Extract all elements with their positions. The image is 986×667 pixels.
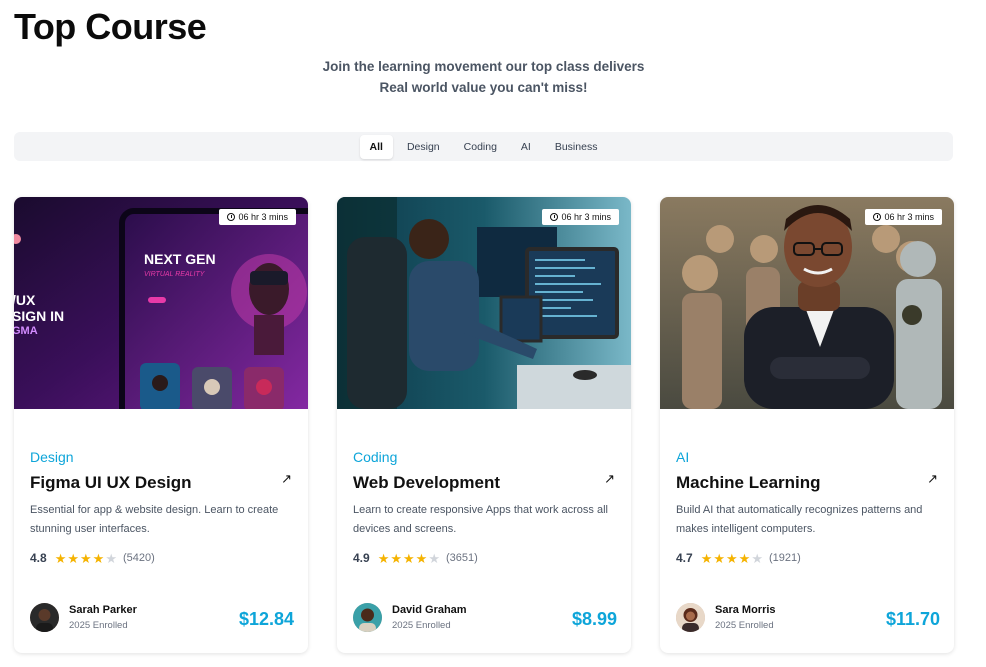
star-filled-icon: ★ (67, 550, 79, 566)
enrolled-count: 2025 Enrolled (715, 620, 774, 631)
course-description: Build AI that automatically recognizes p… (676, 504, 923, 535)
tab-coding[interactable]: Coding (454, 135, 507, 159)
avatar (353, 603, 382, 632)
star-filled-icon: ★ (92, 550, 105, 566)
instructor-name: Sarah Parker (69, 604, 137, 616)
ml-course-illustration (660, 197, 954, 409)
enrolled-count: 2025 Enrolled (392, 620, 451, 631)
course-card-figma[interactable]: NEXT GEN VIRTUAL REALITY /UX SIGN IN GMA… (14, 197, 308, 653)
image-text-ux: /UX (14, 292, 36, 308)
course-category[interactable]: AI (676, 449, 689, 465)
image-text-sign-in: SIGN IN (14, 308, 64, 324)
page-title: Top Course (14, 6, 207, 47)
course-price: $8.99 (571, 609, 617, 629)
star-filled-icon: ★ (390, 550, 402, 566)
star-filled-icon: ★ (738, 550, 751, 566)
web-dev-course-illustration (337, 197, 631, 409)
course-title[interactable]: Machine Learning (676, 473, 821, 493)
course-category[interactable]: Design (30, 449, 74, 465)
duration-badge: 06 hr 3 mins (865, 209, 942, 225)
avatar (30, 603, 59, 632)
subtitle-line-2: Real world value you can't miss! (379, 80, 588, 95)
clock-icon (873, 213, 882, 221)
duration-text: 06 hr 3 mins (238, 212, 288, 222)
star-filled-icon: ★ (80, 550, 92, 566)
star-filled-icon: ★ (54, 550, 67, 566)
image-text-virtual-reality: VIRTUAL REALITY (144, 271, 206, 278)
star-empty-icon: ★ (105, 550, 117, 566)
rating-stars: ★ ★ ★ ★ ★ (701, 552, 763, 565)
image-text-next-gen: NEXT GEN (144, 251, 216, 267)
course-title[interactable]: Web Development (353, 473, 500, 493)
course-rating: 4.7 ★ ★ ★ ★ ★ (1921) (676, 551, 801, 565)
course-card-machine-learning[interactable]: 06 hr 3 mins AI Machine Learning ↗ Build… (660, 197, 954, 653)
star-filled-icon: ★ (713, 550, 725, 566)
course-price: $11.70 (885, 609, 940, 629)
instructor-name: David Graham (392, 604, 467, 616)
duration-text: 06 hr 3 mins (561, 212, 611, 222)
rating-value: 4.8 (30, 551, 47, 565)
enrolled-count: 2025 Enrolled (69, 620, 128, 631)
duration-text: 06 hr 3 mins (884, 212, 934, 222)
course-title[interactable]: Figma UI UX Design (30, 473, 192, 493)
duration-badge: 06 hr 3 mins (219, 209, 296, 225)
review-count: (5420) (122, 552, 155, 564)
instructor: David Graham 2025 Enrolled (353, 603, 467, 632)
tab-ai[interactable]: AI (511, 135, 541, 159)
star-filled-icon: ★ (415, 550, 428, 566)
category-filter-bar: All Design Coding AI Business (14, 132, 953, 161)
review-count: (1921) (768, 552, 801, 564)
rating-stars: ★ ★ ★ ★ ★ (55, 552, 117, 565)
tab-design[interactable]: Design (397, 135, 450, 159)
instructor: Sarah Parker 2025 Enrolled (30, 603, 137, 632)
clock-icon (227, 213, 236, 221)
star-empty-icon: ★ (428, 550, 440, 566)
tab-business[interactable]: Business (545, 135, 608, 159)
review-count: (3651) (445, 552, 478, 564)
star-empty-icon: ★ (751, 550, 763, 566)
avatar (676, 603, 705, 632)
page-subtitle: Join the learning movement our top class… (0, 56, 967, 98)
star-filled-icon: ★ (700, 550, 713, 566)
course-rating: 4.9 ★ ★ ★ ★ ★ (3651) (353, 551, 478, 565)
course-image-web-development[interactable]: 06 hr 3 mins (337, 197, 631, 409)
course-image-figma[interactable]: NEXT GEN VIRTUAL REALITY /UX SIGN IN GMA… (14, 197, 308, 409)
instructor-name: Sara Morris (715, 604, 776, 616)
arrow-up-right-icon[interactable]: ↗ (927, 471, 938, 487)
course-rating: 4.8 ★ ★ ★ ★ ★ (5420) (30, 551, 155, 565)
arrow-up-right-icon[interactable]: ↗ (604, 471, 615, 487)
rating-stars: ★ ★ ★ ★ ★ (378, 552, 440, 565)
tab-all[interactable]: All (359, 134, 393, 159)
arrow-up-right-icon[interactable]: ↗ (281, 471, 292, 487)
course-category[interactable]: Coding (353, 449, 397, 465)
course-image-machine-learning[interactable]: 06 hr 3 mins (660, 197, 954, 409)
course-card-web-development[interactable]: 06 hr 3 mins Coding Web Development ↗ Le… (337, 197, 631, 653)
course-description: Essential for app & website design. Lear… (30, 504, 279, 535)
figma-course-illustration: NEXT GEN VIRTUAL REALITY /UX SIGN IN GMA (14, 197, 308, 409)
star-filled-icon: ★ (377, 550, 390, 566)
duration-badge: 06 hr 3 mins (542, 209, 619, 225)
star-filled-icon: ★ (403, 550, 415, 566)
subtitle-line-1: Join the learning movement our top class… (322, 59, 645, 74)
clock-icon (550, 213, 559, 221)
image-text-gma: GMA (14, 325, 38, 337)
instructor: Sara Morris 2025 Enrolled (676, 603, 776, 632)
star-filled-icon: ★ (726, 550, 738, 566)
rating-value: 4.9 (353, 551, 370, 565)
rating-value: 4.7 (676, 551, 693, 565)
course-description: Learn to create responsive Apps that wor… (353, 504, 608, 535)
course-price: $12.84 (238, 609, 294, 629)
